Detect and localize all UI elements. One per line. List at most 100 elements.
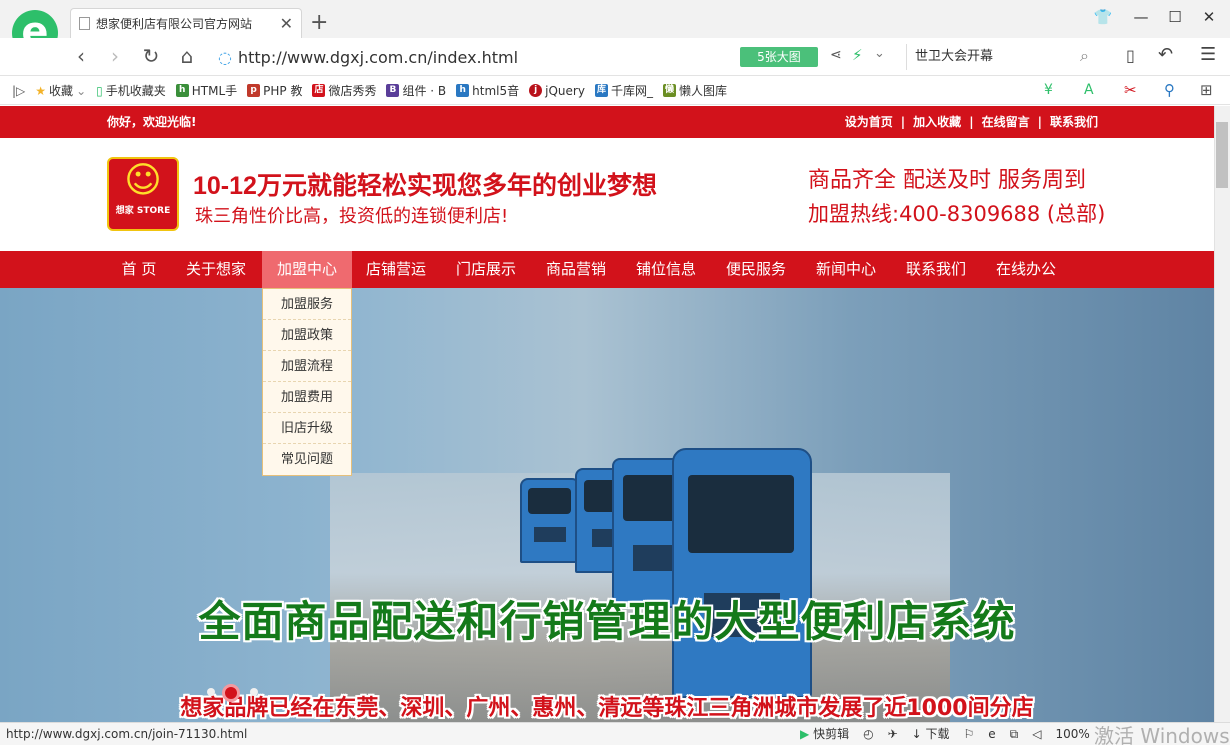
scrollbar[interactable]	[1214, 106, 1230, 722]
dropdown-item-join-policy[interactable]: 加盟政策	[263, 320, 351, 351]
dropdown-item-join-service[interactable]: 加盟服务	[263, 289, 351, 320]
images-button[interactable]: 5张大图	[740, 47, 818, 67]
slide-dot[interactable]	[207, 688, 215, 696]
pin-icon[interactable]: ✈	[888, 723, 898, 745]
apps-icon[interactable]: ⊞	[1200, 81, 1213, 99]
close-tab-icon[interactable]: ✕	[280, 14, 293, 33]
add-favorite-link[interactable]: 加入收藏	[913, 115, 961, 129]
ie-icon[interactable]: e	[988, 723, 995, 745]
bookmark-item[interactable]: j jQuery	[529, 84, 585, 98]
top-bar: 你好，欢迎光临! 设为首页 | 加入收藏 | 在线留言 | 联系我们	[0, 106, 1214, 138]
smile-logo-icon: ☺	[124, 160, 162, 201]
lanren-icon: 懒	[662, 84, 676, 97]
chevron-down-icon[interactable]: ⌄	[874, 46, 885, 61]
bookmark-item[interactable]: 懒懒人图库	[662, 82, 727, 99]
browser-tab[interactable]: 想家便利店有限公司官方网站 ✕	[70, 8, 302, 38]
nav-services[interactable]: 便民服务	[711, 251, 801, 288]
sidebar-toggle-icon[interactable]: |▷	[12, 84, 25, 98]
lightning-icon[interactable]: ⚡	[852, 46, 863, 64]
nav-contact[interactable]: 联系我们	[891, 251, 981, 288]
nav-office[interactable]: 在线办公	[981, 251, 1071, 288]
shop-icon: 店	[312, 84, 326, 97]
php-icon: p	[247, 84, 261, 97]
refresh-icon[interactable]: ↻	[138, 44, 164, 68]
nav-news[interactable]: 新闻中心	[801, 251, 891, 288]
back-icon[interactable]: ‹	[68, 44, 94, 68]
magnifier-icon[interactable]: ⚲	[1164, 81, 1175, 99]
status-url: http://www.dgxj.com.cn/join-71130.html	[6, 727, 248, 741]
html-icon: h	[175, 84, 189, 97]
bookmark-item[interactable]: p PHP 教	[247, 82, 302, 99]
set-homepage-link[interactable]: 设为首页	[845, 115, 893, 129]
slide-dot-active[interactable]	[222, 684, 240, 702]
phone-icon: ▯	[96, 83, 103, 98]
mobile-icon[interactable]: ▯	[1126, 46, 1135, 65]
download-button[interactable]: ↓ 下载	[912, 723, 950, 745]
bookmark-item[interactable]: 店微店秀秀	[312, 82, 376, 99]
qianku-icon: 库	[594, 84, 608, 97]
nav-shop-info[interactable]: 铺位信息	[621, 251, 711, 288]
skin-icon[interactable]: 👕	[1090, 8, 1116, 30]
contact-us-link[interactable]: 联系我们	[1050, 115, 1098, 129]
truck-image	[520, 478, 580, 563]
speed-icon[interactable]: ◴	[863, 723, 873, 745]
dropdown-item-join-fee[interactable]: 加盟费用	[263, 382, 351, 413]
nav-marketing[interactable]: 商品营销	[531, 251, 621, 288]
site-header: ☺ 想家 STORE 10-12万元就能轻松实现您多年的创业梦想 珠三角性价比高…	[0, 138, 1214, 251]
web-page: 你好，欢迎光临! 设为首页 | 加入收藏 | 在线留言 | 联系我们 ☺ 想家 STORE …	[0, 106, 1214, 722]
status-tools: ▶ 快剪辑 ◴ ✈ ↓ 下载 ⚐ e ⧉ ◁ 100%	[800, 723, 1090, 745]
nav-about[interactable]: 关于想家	[171, 251, 261, 288]
search-input[interactable]: 世卫大会开幕	[906, 44, 1102, 70]
maximize-icon[interactable]: ☐	[1162, 8, 1188, 30]
online-message-link[interactable]: 在线留言	[982, 115, 1030, 129]
home-icon[interactable]: ⌂	[174, 44, 200, 68]
new-tab-icon[interactable]: +	[310, 10, 328, 35]
slide-dot[interactable]	[250, 688, 258, 696]
translate-icon[interactable]: A	[1084, 82, 1094, 98]
star-icon: ★	[35, 83, 47, 98]
zoom-level[interactable]: 100%	[1055, 723, 1089, 745]
bookmark-item[interactable]: 库千库网_	[594, 82, 653, 99]
chevron-down-icon: ⌄	[76, 83, 87, 98]
forward-icon[interactable]: ›	[102, 44, 128, 68]
truck-image	[672, 448, 812, 698]
top-links: 设为首页 | 加入收藏 | 在线留言 | 联系我们	[844, 115, 1098, 129]
url-text[interactable]: http://www.dgxj.com.cn/index.html	[238, 48, 518, 67]
main-slogan: 10-12万元就能轻松实现您多年的创业梦想	[193, 172, 657, 200]
sound-icon[interactable]: ◁	[1032, 723, 1041, 745]
status-bar: http://www.dgxj.com.cn/join-71130.html ▶…	[0, 722, 1230, 745]
bookmark-item[interactable]: B 组件 · B	[386, 82, 446, 99]
nav-join-center[interactable]: 加盟中心	[262, 251, 352, 288]
window-icon[interactable]: ⧉	[1010, 723, 1019, 745]
scissors-icon[interactable]: ✂	[1124, 81, 1137, 99]
close-window-icon[interactable]: ✕	[1196, 8, 1222, 30]
welcome-text: 你好，欢迎光临!	[107, 115, 197, 129]
quick-edit-button[interactable]: ▶ 快剪辑	[800, 723, 849, 745]
page-icon	[79, 17, 90, 30]
share-icon[interactable]: ⋖	[830, 47, 842, 63]
minimize-icon[interactable]: —	[1128, 8, 1154, 30]
dropdown-item-join-process[interactable]: 加盟流程	[263, 351, 351, 382]
jquery-icon: j	[529, 84, 543, 97]
brand-logo[interactable]: ☺ 想家 STORE	[107, 157, 179, 231]
b-icon: B	[386, 84, 400, 97]
search-icon[interactable]: ⌕	[1080, 46, 1089, 66]
bookmark-item[interactable]: h HTML手	[175, 82, 237, 99]
nav-store-display[interactable]: 门店展示	[441, 251, 531, 288]
money-icon[interactable]: ¥	[1044, 82, 1053, 98]
hero-banner: 全面商品配送和行销管理的大型便利店系统 想家品牌已经在东莞、深圳、广州、惠州、清…	[0, 288, 1214, 722]
flag-icon[interactable]: ⚐	[964, 723, 975, 745]
features-text: 商品齐全 配送及时 服务周到	[808, 168, 1086, 193]
menu-icon[interactable]: ☰	[1200, 44, 1216, 65]
dropdown-item-faq[interactable]: 常见问题	[263, 444, 351, 475]
scrollbar-thumb[interactable]	[1216, 122, 1228, 188]
undo-icon[interactable]: ↶	[1158, 44, 1173, 65]
video-icon: ▶	[800, 727, 810, 741]
bookmark-item[interactable]: ★ 收藏 ⌄	[35, 82, 86, 99]
main-nav: 首 页 关于想家 加盟中心 店铺营运 门店展示 商品营销 铺位信息 便民服务 新…	[0, 251, 1214, 288]
bookmark-item[interactable]: h html5音	[456, 82, 519, 99]
dropdown-item-store-upgrade[interactable]: 旧店升级	[263, 413, 351, 444]
bookmark-item[interactable]: ▯ 手机收藏夹	[96, 82, 166, 99]
security-icon: ◌	[218, 47, 232, 67]
nav-store-operation[interactable]: 店铺营运	[351, 251, 441, 288]
